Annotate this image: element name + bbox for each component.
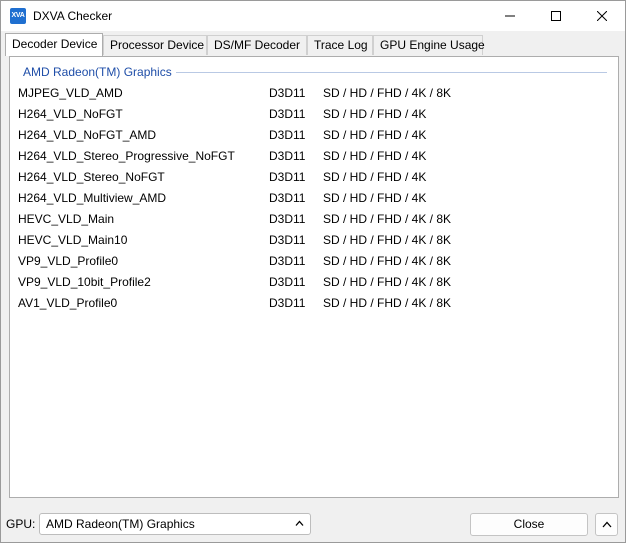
decoder-api: D3D11: [269, 170, 306, 184]
decoder-resolutions: SD / HD / FHD / 4K / 8K: [323, 296, 452, 310]
decoder-resolutions: SD / HD / FHD / 4K / 8K: [323, 275, 452, 289]
expand-button[interactable]: [595, 513, 618, 536]
decoder-resolutions: SD / HD / FHD / 4K: [323, 149, 427, 163]
decoder-name: H264_VLD_Stereo_Progressive_NoFGT: [18, 149, 235, 163]
minimize-button[interactable]: [487, 1, 533, 31]
tab-processor-device[interactable]: Processor Device: [103, 35, 207, 55]
decoder-api: D3D11: [269, 212, 306, 226]
close-window-button[interactable]: [579, 1, 625, 31]
gpu-select[interactable]: AMD Radeon(TM) Graphics: [39, 513, 311, 535]
decoder-row[interactable]: H264_VLD_NoFGT D3D11 SD / HD / FHD / 4K: [18, 106, 608, 127]
tab-bar: Decoder Device Processor Device DS/MF De…: [1, 31, 625, 56]
window-title: DXVA Checker: [33, 9, 113, 23]
decoder-row[interactable]: H264_VLD_Stereo_Progressive_NoFGT D3D11 SD…: [18, 148, 608, 169]
decoder-api: D3D11: [269, 233, 306, 247]
decoder-api: D3D11: [269, 275, 306, 289]
decoder-row[interactable]: AV1_VLD_Profile0 D3D11 SD / HD / FHD / 4K …: [18, 295, 608, 316]
chevron-up-icon: [295, 520, 304, 526]
decoder-row[interactable]: VP9_VLD_10bit_Profile2 D3D11 SD / HD / FHD…: [18, 274, 608, 295]
decoder-row[interactable]: H264_VLD_NoFGT_AMD D3D11 SD / HD / FHD / 4…: [18, 127, 608, 148]
tab-gpu-engine-usage[interactable]: GPU Engine Usage: [373, 35, 485, 55]
decoder-row[interactable]: H264_VLD_Stereo_NoFGT D3D11 SD / HD / FHD …: [18, 169, 608, 190]
gpu-select-value: AMD Radeon(TM) Graphics: [46, 517, 195, 531]
decoder-resolutions: SD / HD / FHD / 4K / 8K: [323, 254, 452, 268]
decoder-name: MJPEG_VLD_AMD: [18, 86, 123, 100]
dxva-checker-window: XVA DXVA Checker Decoder Device Processo…: [0, 0, 626, 543]
close-button[interactable]: Close: [470, 513, 588, 536]
decoder-name: AV1_VLD_Profile0: [18, 296, 118, 310]
decoder-name: VP9_VLD_Profile0: [18, 254, 119, 268]
decoder-api: D3D11: [269, 128, 306, 142]
decoder-api: D3D11: [269, 149, 306, 163]
decoder-name: HEVC_VLD_Main: [18, 212, 115, 226]
maximize-button[interactable]: [533, 1, 579, 31]
app-icon: XVA: [10, 8, 26, 24]
decoder-api: D3D11: [269, 296, 306, 310]
decoder-name: HEVC_VLD_Main10: [18, 233, 128, 247]
maximize-icon: [551, 11, 561, 21]
decoder-name: H264_VLD_NoFGT: [18, 107, 123, 121]
decoder-row[interactable]: HEVC_VLD_Main D3D11 SD / HD / FHD / 4K / 8…: [18, 211, 608, 232]
decoder-resolutions: SD / HD / FHD / 4K / 8K: [323, 86, 452, 100]
title-bar[interactable]: XVA DXVA Checker: [1, 1, 625, 31]
decoder-device-panel: AMD Radeon(TM) Graphics MJPEG_VLD_AMD D3D…: [9, 56, 619, 498]
decoder-api: D3D11: [269, 86, 306, 100]
close-icon: [597, 11, 607, 21]
decoder-name: H264_VLD_NoFGT_AMD: [18, 128, 157, 142]
decoder-api: D3D11: [269, 254, 306, 268]
decoder-row[interactable]: HEVC_VLD_Main10 D3D11 SD / HD / FHD / 4K /…: [18, 232, 608, 253]
tab-ds-mf-decoder[interactable]: DS/MF Decoder: [207, 35, 307, 55]
decoder-name: H264_VLD_Stereo_NoFGT: [18, 170, 165, 184]
minimize-icon: [505, 15, 515, 17]
decoder-resolutions: SD / HD / FHD / 4K: [323, 107, 427, 121]
tab-trace-log[interactable]: Trace Log: [307, 35, 373, 55]
decoder-api: D3D11: [269, 191, 306, 205]
decoder-list: MJPEG_VLD_AMD D3D11 SD / HD / FHD / 4K / 8…: [18, 85, 608, 316]
decoder-name: VP9_VLD_10bit_Profile2: [18, 275, 151, 289]
decoder-row[interactable]: H264_VLD_Multiview_AMD D3D11 SD / HD / FHD…: [18, 190, 608, 211]
decoder-row[interactable]: MJPEG_VLD_AMD D3D11 SD / HD / FHD / 4K / 8…: [18, 85, 608, 106]
decoder-row[interactable]: VP9_VLD_Profile0 D3D11 SD / HD / FHD / 4K …: [18, 253, 608, 274]
gpu-label: GPU:: [6, 517, 36, 531]
decoder-resolutions: SD / HD / FHD / 4K: [323, 170, 427, 184]
tab-decoder-device[interactable]: Decoder Device: [5, 33, 103, 56]
decoder-resolutions: SD / HD / FHD / 4K / 8K: [323, 233, 452, 247]
decoder-resolutions: SD / HD / FHD / 4K / 8K: [323, 212, 452, 226]
decoder-resolutions: SD / HD / FHD / 4K: [323, 191, 427, 205]
decoder-resolutions: SD / HD / FHD / 4K: [323, 128, 427, 142]
decoder-name: H264_VLD_Multiview_AMD: [18, 191, 167, 205]
group-title: AMD Radeon(TM) Graphics: [23, 65, 176, 79]
decoder-api: D3D11: [269, 107, 306, 121]
chevron-up-icon: [602, 521, 611, 528]
